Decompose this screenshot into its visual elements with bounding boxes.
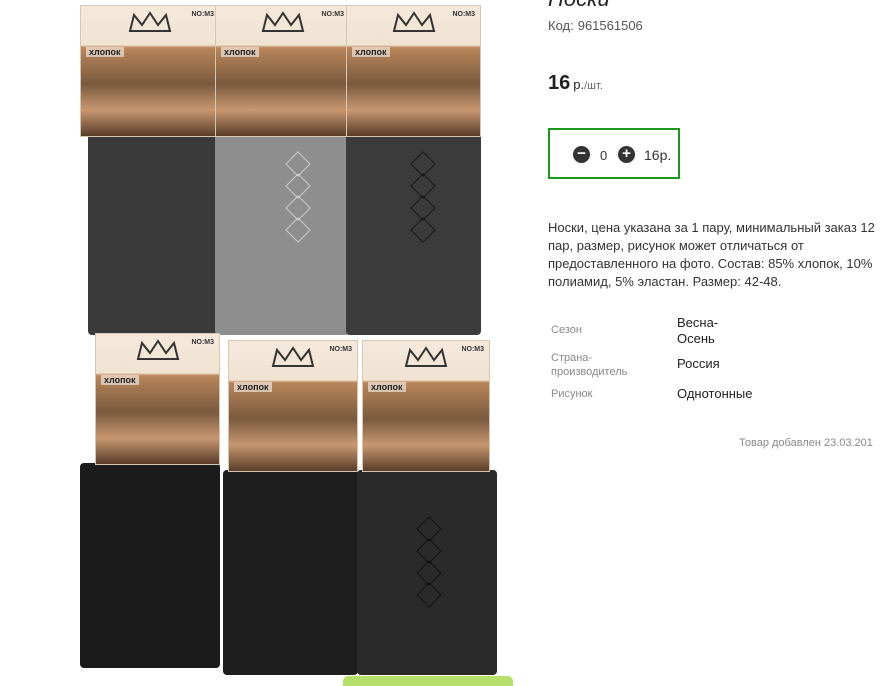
property-pattern: Рисунок Однотонные <box>548 386 878 406</box>
crown-logo-icon <box>136 339 179 360</box>
property-key: Сезон <box>551 324 582 336</box>
price-value: 16 <box>548 72 571 94</box>
property-season: Сезон Весна-Осень <box>548 314 878 346</box>
crown-logo-icon <box>271 346 315 367</box>
product-price: 16 р./шт. <box>548 72 603 95</box>
product-code-label: Код: <box>548 18 574 33</box>
card-number: NO:M3 <box>461 346 484 353</box>
sock-5: NO:M3 хлопок <box>223 340 358 675</box>
property-key: Страна-производитель <box>551 352 628 378</box>
card-brand: хлопок <box>221 47 259 57</box>
property-country: Страна-производитель Россия <box>548 350 878 382</box>
sock-3: NO:M3 хлопок <box>346 5 481 335</box>
card-number: NO:M3 <box>321 11 344 18</box>
added-date: Товар добавлен 23.03.201 <box>739 437 873 449</box>
quantity-value[interactable]: 0 <box>600 148 607 163</box>
property-key: Рисунок <box>551 388 593 400</box>
property-value: Россия <box>677 356 720 371</box>
product-image[interactable]: NO:M3 хлопок NO:M3 хлопок NO:M3 хлопок N… <box>70 0 520 681</box>
card-brand: хлопок <box>101 375 139 385</box>
sock-2: NO:M3 хлопок <box>215 5 350 335</box>
sock-4: NO:M3 хлопок <box>80 333 220 668</box>
price-unit: /шт. <box>584 80 603 92</box>
price-currency: р. <box>573 77 585 92</box>
product-description: Носки, цена указана за 1 пару, минимальн… <box>548 220 875 289</box>
crown-logo-icon <box>392 11 435 32</box>
property-value: Весна-Осень <box>677 315 719 346</box>
card-number: NO:M3 <box>452 11 475 18</box>
card-number: NO:M3 <box>191 339 214 346</box>
card-brand: хлопок <box>86 47 124 57</box>
card-number: NO:M3 <box>191 11 214 18</box>
plus-icon[interactable]: + <box>618 146 635 163</box>
minus-icon[interactable]: − <box>573 146 590 163</box>
sock-1: NO:M3 хлопок <box>80 5 220 335</box>
quantity-stepper: − 0 + 16р. <box>548 128 680 179</box>
product-title: Носки <box>548 0 610 12</box>
product-code-value: 961561506 <box>577 18 643 33</box>
product-code: Код: 961561506 <box>548 18 643 33</box>
crown-logo-icon <box>128 11 172 32</box>
bottom-green-bar[interactable] <box>343 676 513 686</box>
quantity-total: 16р. <box>644 147 672 163</box>
card-brand: хлопок <box>368 382 406 392</box>
card-brand: хлопок <box>352 47 390 57</box>
crown-logo-icon <box>404 346 448 367</box>
property-value: Однотонные <box>677 386 753 401</box>
crown-logo-icon <box>261 11 304 32</box>
card-brand: хлопок <box>234 382 272 392</box>
card-number: NO:M3 <box>329 346 352 353</box>
sock-6: NO:M3 хлопок <box>357 340 497 675</box>
